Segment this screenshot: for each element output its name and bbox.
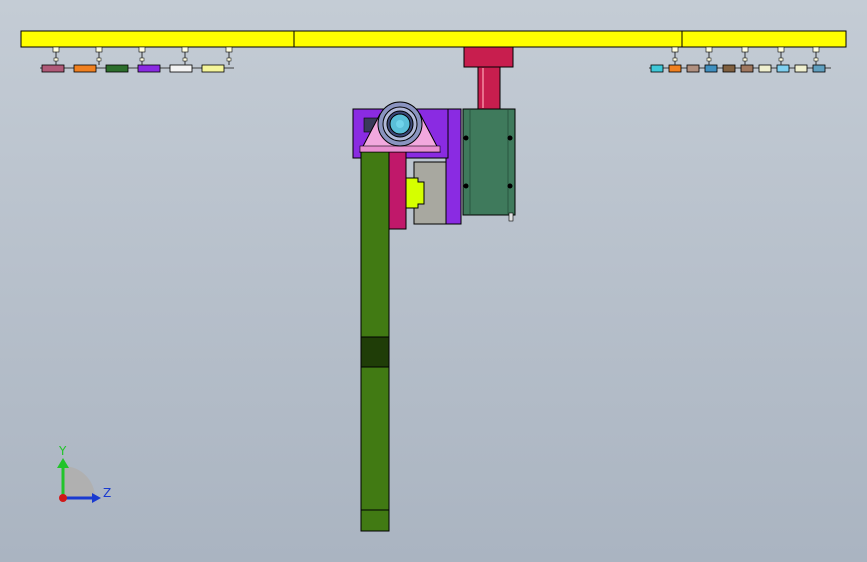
x-axis-dot [59,494,67,502]
hanger-clip [705,46,713,53]
hanger-clip [742,57,748,62]
z-axis-label: Z [103,486,111,500]
hanger-clip [96,57,102,62]
hanger-clip [671,46,679,53]
slider-rail[interactable] [387,151,407,230]
vertical-column[interactable] [360,151,390,532]
hanging-part[interactable] [169,64,193,73]
hanging-part[interactable] [812,64,826,73]
beam-segment-right[interactable] [681,30,847,48]
hanger-clip [672,57,678,62]
motor-pin [508,212,514,222]
y-axis-arrow [57,458,69,468]
beam-segment-middle[interactable] [293,30,683,48]
lime-insert[interactable] [405,177,425,209]
hanging-part[interactable] [776,64,790,73]
hanging-part[interactable] [722,64,736,73]
hanger-clip [778,57,784,62]
hanger-clip [226,57,232,62]
cylinder-rod[interactable] [477,66,501,110]
pivot-hub[interactable] [377,101,423,147]
cylinder-mount[interactable] [463,46,514,68]
motor-body[interactable] [462,108,516,222]
hanger-clip [741,46,749,53]
hanging-part[interactable] [704,64,718,73]
hanging-part[interactable] [105,64,129,73]
y-axis-label: Y [58,444,67,458]
motor-bolt [507,135,513,141]
left-hanging-parts[interactable] [40,46,234,73]
top-beam[interactable] [20,30,847,48]
hanger-clip [53,57,59,62]
hanging-part[interactable] [794,64,808,73]
motor-bolt [463,183,469,189]
hanger-clip [225,46,233,53]
hanging-part[interactable] [740,64,754,73]
hanging-part[interactable] [73,64,97,73]
hanger-clip [706,57,712,62]
hanger-clip [52,46,60,53]
hanging-part[interactable] [686,64,700,73]
hanging-part[interactable] [201,64,225,73]
hanging-part[interactable] [668,64,682,73]
z-axis-arrow [92,493,101,503]
hanger-clip [95,46,103,53]
column-band [360,336,390,368]
hanger-clip [181,46,189,53]
cad-viewport[interactable]: Y Z [0,0,867,562]
hanging-part[interactable] [137,64,161,73]
hanger-clip [182,57,188,62]
hanger-clip [812,46,820,53]
hanger-clip [139,57,145,62]
hanger-clip [138,46,146,53]
motor-bolt [507,183,513,189]
right-hanging-parts[interactable] [649,46,831,73]
hanging-part[interactable] [41,64,65,73]
axis-triad: Y Z [57,444,111,503]
triad-quadrant [63,466,95,498]
hanger-clip [813,57,819,62]
hanging-part[interactable] [650,64,664,73]
hanger-clip [777,46,785,53]
motor-bolt [463,135,469,141]
hanging-part[interactable] [758,64,772,73]
beam-segment-left[interactable] [20,30,295,48]
